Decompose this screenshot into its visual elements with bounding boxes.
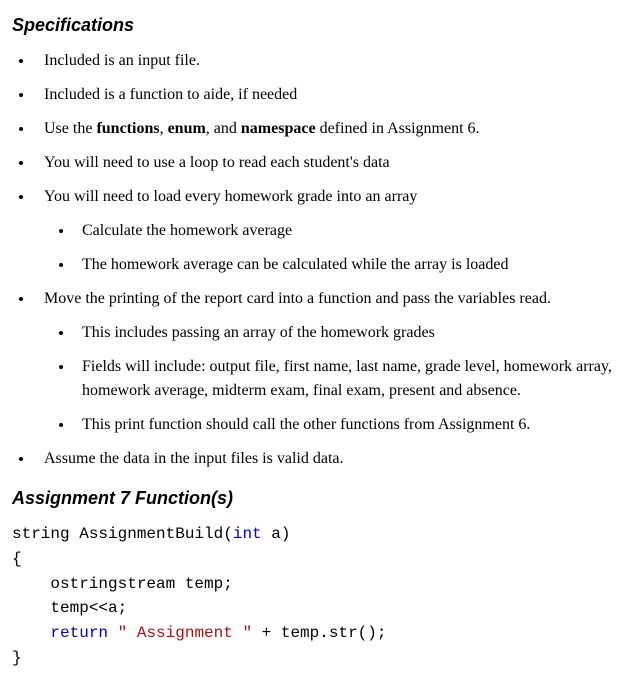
spec-text: Use the — [44, 120, 96, 137]
code-text: + temp.str(); — [252, 624, 386, 642]
code-text: { — [12, 550, 22, 568]
code-text: ostringstream temp; — [12, 575, 233, 593]
spec-item: Use the functions, enum, and namespace d… — [34, 117, 625, 141]
spec-text: Move the printing of the report card int… — [44, 290, 551, 307]
spec-bold: enum — [168, 120, 206, 137]
spec-text: This print function should call the othe… — [82, 416, 530, 433]
spec-text: , and — [206, 120, 241, 137]
code-string: " Assignment " — [118, 624, 252, 642]
spec-sublist: This includes passing an array of the ho… — [44, 321, 625, 437]
code-keyword: return — [50, 624, 108, 642]
code-keyword: int — [233, 525, 262, 543]
code-text: string AssignmentBuild( — [12, 525, 233, 543]
specifications-list: Included is an input file. Included is a… — [12, 49, 625, 471]
specifications-heading: Specifications — [12, 12, 625, 39]
spec-subitem: The homework average can be calculated w… — [74, 253, 625, 277]
spec-text: , — [160, 120, 168, 137]
spec-text: The homework average can be calculated w… — [82, 256, 508, 273]
spec-text: You will need to use a loop to read each… — [44, 154, 390, 171]
spec-item: Move the printing of the report card int… — [34, 287, 625, 437]
spec-subitem: Fields will include: output file, first … — [74, 355, 625, 403]
code-block: string AssignmentBuild(int a) { ostrings… — [12, 522, 625, 671]
spec-text: You will need to load every homework gra… — [44, 188, 417, 205]
spec-subitem: This print function should call the othe… — [74, 413, 625, 437]
spec-item: Included is an input file. — [34, 49, 625, 73]
code-text: temp<<a; — [12, 599, 127, 617]
spec-item: You will need to load every homework gra… — [34, 185, 625, 277]
code-text — [108, 624, 118, 642]
spec-bold: functions — [96, 120, 159, 137]
code-text: a) — [262, 525, 291, 543]
code-text: } — [12, 649, 22, 667]
spec-text: defined in Assignment 6. — [316, 120, 480, 137]
spec-bold: namespace — [241, 120, 316, 137]
spec-item: You will need to use a loop to read each… — [34, 151, 625, 175]
spec-sublist: Calculate the homework average The homew… — [44, 219, 625, 277]
spec-text: Assume the data in the input files is va… — [44, 450, 344, 467]
spec-subitem: This includes passing an array of the ho… — [74, 321, 625, 345]
spec-item: Assume the data in the input files is va… — [34, 447, 625, 471]
code-text — [12, 624, 50, 642]
spec-text: Calculate the homework average — [82, 222, 292, 239]
spec-text: Included is a function to aide, if neede… — [44, 86, 297, 103]
spec-subitem: Calculate the homework average — [74, 219, 625, 243]
spec-text: Fields will include: output file, first … — [82, 358, 612, 399]
spec-text: Included is an input file. — [44, 52, 200, 69]
spec-item: Included is a function to aide, if neede… — [34, 83, 625, 107]
functions-heading: Assignment 7 Function(s) — [12, 485, 625, 512]
spec-text: This includes passing an array of the ho… — [82, 324, 435, 341]
